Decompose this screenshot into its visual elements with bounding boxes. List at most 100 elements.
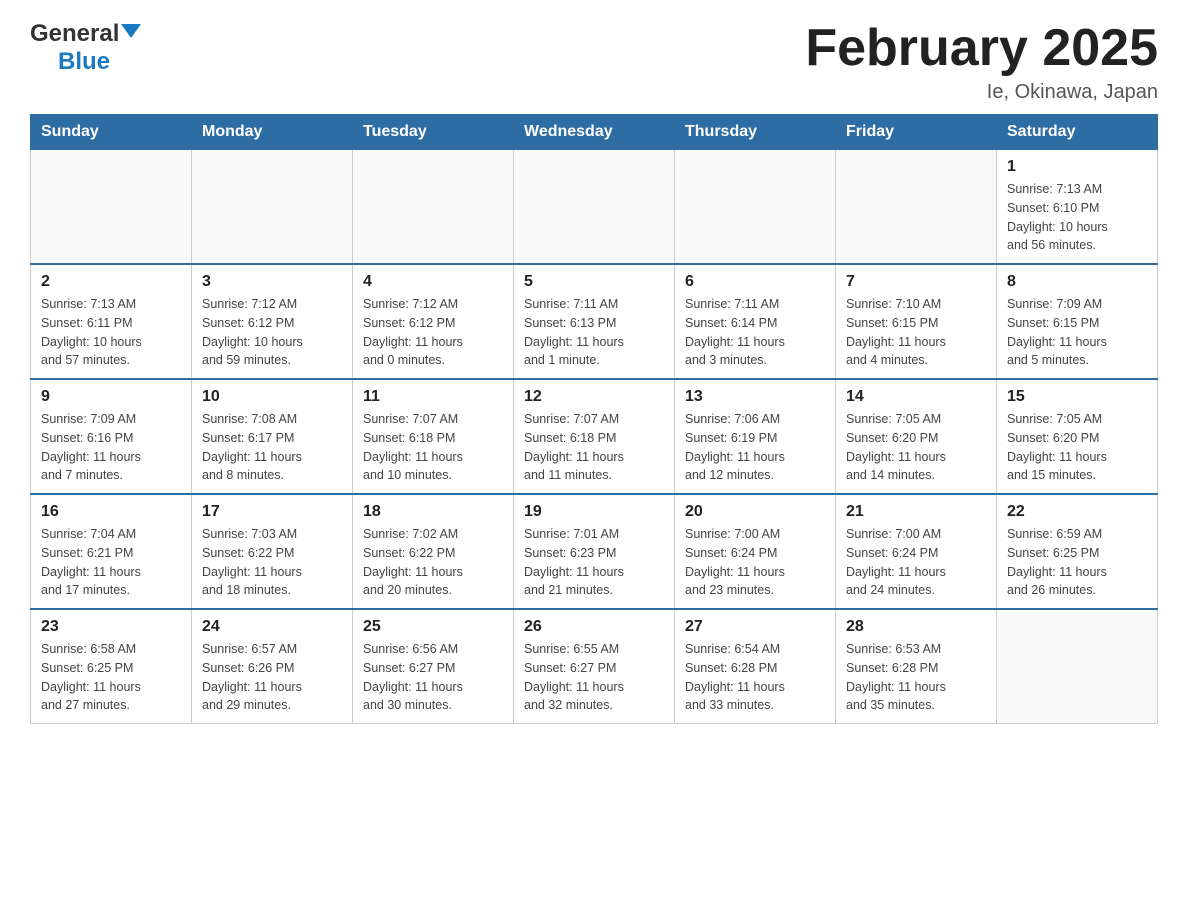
day-info: Sunrise: 7:10 AM Sunset: 6:15 PM Dayligh… xyxy=(846,295,986,370)
day-number: 15 xyxy=(1007,388,1147,406)
calendar-cell: 18Sunrise: 7:02 AM Sunset: 6:22 PM Dayli… xyxy=(353,494,514,609)
day-info: Sunrise: 7:12 AM Sunset: 6:12 PM Dayligh… xyxy=(202,295,342,370)
weekday-header-saturday: Saturday xyxy=(997,115,1158,150)
day-number: 22 xyxy=(1007,503,1147,521)
day-info: Sunrise: 6:55 AM Sunset: 6:27 PM Dayligh… xyxy=(524,640,664,715)
day-number: 20 xyxy=(685,503,825,521)
day-info: Sunrise: 7:07 AM Sunset: 6:18 PM Dayligh… xyxy=(363,410,503,485)
day-number: 28 xyxy=(846,618,986,636)
calendar-cell: 16 Sunrise: 7:04 AM Sunset: 6:21 PM Dayli… xyxy=(31,494,192,609)
weekday-header-wednesday: Wednesday xyxy=(514,115,675,150)
calendar-cell: 17 Sunrise: 7:03 AM Sunset: 6:22 PM Dayli… xyxy=(192,494,353,609)
page-header: General Blue February 2025 Ie, Okinawa, … xyxy=(30,20,1158,104)
day-info: Sunrise: 7:05 AM Sunset: 6:20 PM Dayligh… xyxy=(1007,410,1147,485)
calendar-cell: 3 Sunrise: 7:12 AM Sunset: 6:12 PM Daylig… xyxy=(192,264,353,379)
logo: General Blue xyxy=(30,20,141,76)
day-number: 2 xyxy=(41,273,181,291)
calendar-cell: 5Sunrise: 7:11 AM Sunset: 6:13 PM Daylig… xyxy=(514,264,675,379)
calendar-cell: 21Sunrise: 7:00 AM Sunset: 6:24 PM Dayli… xyxy=(836,494,997,609)
calendar-cell: 2 Sunrise: 7:13 AM Sunset: 6:11 PM Daylig… xyxy=(31,264,192,379)
day-info: Sunrise: 6:53 AM Sunset: 6:28 PM Dayligh… xyxy=(846,640,986,715)
calendar-cell: 12Sunrise: 7:07 AM Sunset: 6:18 PM Dayli… xyxy=(514,379,675,494)
calendar-cell: 10 Sunrise: 7:08 AM Sunset: 6:17 PM Dayli… xyxy=(192,379,353,494)
day-number: 7 xyxy=(846,273,986,291)
calendar-table: SundayMondayTuesdayWednesdayThursdayFrid… xyxy=(30,114,1158,724)
day-info: Sunrise: 7:09 AM Sunset: 6:16 PM Dayligh… xyxy=(41,410,181,485)
day-info: Sunrise: 7:05 AM Sunset: 6:20 PM Dayligh… xyxy=(846,410,986,485)
day-info: Sunrise: 7:12 AM Sunset: 6:12 PM Dayligh… xyxy=(363,295,503,370)
calendar-cell: 1 Sunrise: 7:13 AM Sunset: 6:10 PM Daylig… xyxy=(997,150,1158,265)
day-number: 16 xyxy=(41,503,181,521)
day-info: Sunrise: 7:13 AM Sunset: 6:11 PM Dayligh… xyxy=(41,295,181,370)
calendar-cell: 23 Sunrise: 6:58 AM Sunset: 6:25 PM Dayli… xyxy=(31,609,192,724)
calendar-cell xyxy=(675,150,836,265)
logo-triangle-icon xyxy=(121,24,141,38)
day-info: Sunrise: 6:58 AM Sunset: 6:25 PM Dayligh… xyxy=(41,640,181,715)
calendar-cell: 20 Sunrise: 7:00 AM Sunset: 6:24 PM Dayli… xyxy=(675,494,836,609)
day-number: 10 xyxy=(202,388,342,406)
calendar-week-row: 9 Sunrise: 7:09 AM Sunset: 6:16 PM Daylig… xyxy=(31,379,1158,494)
day-number: 23 xyxy=(41,618,181,636)
day-info: Sunrise: 7:03 AM Sunset: 6:22 PM Dayligh… xyxy=(202,525,342,600)
day-number: 1 xyxy=(1007,158,1147,176)
day-info: Sunrise: 6:56 AM Sunset: 6:27 PM Dayligh… xyxy=(363,640,503,715)
calendar-cell: 4 Sunrise: 7:12 AM Sunset: 6:12 PM Daylig… xyxy=(353,264,514,379)
day-info: Sunrise: 7:00 AM Sunset: 6:24 PM Dayligh… xyxy=(685,525,825,600)
weekday-header-friday: Friday xyxy=(836,115,997,150)
calendar-cell: 28 Sunrise: 6:53 AM Sunset: 6:28 PM Dayli… xyxy=(836,609,997,724)
day-number: 12 xyxy=(524,388,664,406)
day-number: 8 xyxy=(1007,273,1147,291)
calendar-cell xyxy=(31,150,192,265)
calendar-week-row: 1 Sunrise: 7:13 AM Sunset: 6:10 PM Daylig… xyxy=(31,150,1158,265)
day-info: Sunrise: 7:02 AM Sunset: 6:22 PM Dayligh… xyxy=(363,525,503,600)
calendar-cell: 19 Sunrise: 7:01 AM Sunset: 6:23 PM Dayli… xyxy=(514,494,675,609)
day-info: Sunrise: 7:13 AM Sunset: 6:10 PM Dayligh… xyxy=(1007,180,1147,255)
day-info: Sunrise: 7:09 AM Sunset: 6:15 PM Dayligh… xyxy=(1007,295,1147,370)
calendar-cell: 7 Sunrise: 7:10 AM Sunset: 6:15 PM Daylig… xyxy=(836,264,997,379)
day-info: Sunrise: 7:06 AM Sunset: 6:19 PM Dayligh… xyxy=(685,410,825,485)
logo-general-text: General xyxy=(30,20,119,48)
calendar-cell: 9 Sunrise: 7:09 AM Sunset: 6:16 PM Daylig… xyxy=(31,379,192,494)
calendar-cell: 13 Sunrise: 7:06 AM Sunset: 6:19 PM Dayli… xyxy=(675,379,836,494)
day-number: 11 xyxy=(363,388,503,406)
day-number: 9 xyxy=(41,388,181,406)
day-info: Sunrise: 7:08 AM Sunset: 6:17 PM Dayligh… xyxy=(202,410,342,485)
day-number: 17 xyxy=(202,503,342,521)
logo-blue-text: Blue xyxy=(58,48,110,75)
day-info: Sunrise: 7:01 AM Sunset: 6:23 PM Dayligh… xyxy=(524,525,664,600)
calendar-cell: 22 Sunrise: 6:59 AM Sunset: 6:25 PM Dayli… xyxy=(997,494,1158,609)
title-section: February 2025 Ie, Okinawa, Japan xyxy=(805,20,1158,104)
day-number: 6 xyxy=(685,273,825,291)
day-number: 13 xyxy=(685,388,825,406)
calendar-subtitle: Ie, Okinawa, Japan xyxy=(805,81,1158,104)
calendar-cell xyxy=(997,609,1158,724)
day-number: 19 xyxy=(524,503,664,521)
day-number: 27 xyxy=(685,618,825,636)
calendar-cell: 11 Sunrise: 7:07 AM Sunset: 6:18 PM Dayli… xyxy=(353,379,514,494)
day-info: Sunrise: 6:57 AM Sunset: 6:26 PM Dayligh… xyxy=(202,640,342,715)
calendar-cell: 26 Sunrise: 6:55 AM Sunset: 6:27 PM Dayli… xyxy=(514,609,675,724)
calendar-week-row: 23 Sunrise: 6:58 AM Sunset: 6:25 PM Dayli… xyxy=(31,609,1158,724)
calendar-week-row: 16 Sunrise: 7:04 AM Sunset: 6:21 PM Dayli… xyxy=(31,494,1158,609)
day-info: Sunrise: 7:11 AM Sunset: 6:14 PM Dayligh… xyxy=(685,295,825,370)
calendar-title: February 2025 xyxy=(805,20,1158,77)
calendar-cell xyxy=(836,150,997,265)
calendar-cell xyxy=(514,150,675,265)
day-number: 26 xyxy=(524,618,664,636)
calendar-cell: 25Sunrise: 6:56 AM Sunset: 6:27 PM Dayli… xyxy=(353,609,514,724)
calendar-cell: 15 Sunrise: 7:05 AM Sunset: 6:20 PM Dayli… xyxy=(997,379,1158,494)
calendar-week-row: 2 Sunrise: 7:13 AM Sunset: 6:11 PM Daylig… xyxy=(31,264,1158,379)
day-info: Sunrise: 6:59 AM Sunset: 6:25 PM Dayligh… xyxy=(1007,525,1147,600)
day-info: Sunrise: 6:54 AM Sunset: 6:28 PM Dayligh… xyxy=(685,640,825,715)
calendar-cell: 24 Sunrise: 6:57 AM Sunset: 6:26 PM Dayli… xyxy=(192,609,353,724)
day-info: Sunrise: 7:04 AM Sunset: 6:21 PM Dayligh… xyxy=(41,525,181,600)
calendar-cell xyxy=(192,150,353,265)
day-info: Sunrise: 7:00 AM Sunset: 6:24 PM Dayligh… xyxy=(846,525,986,600)
calendar-cell xyxy=(353,150,514,265)
day-number: 24 xyxy=(202,618,342,636)
weekday-header-tuesday: Tuesday xyxy=(353,115,514,150)
day-number: 3 xyxy=(202,273,342,291)
weekday-header-sunday: Sunday xyxy=(31,115,192,150)
day-number: 4 xyxy=(363,273,503,291)
day-number: 5 xyxy=(524,273,664,291)
